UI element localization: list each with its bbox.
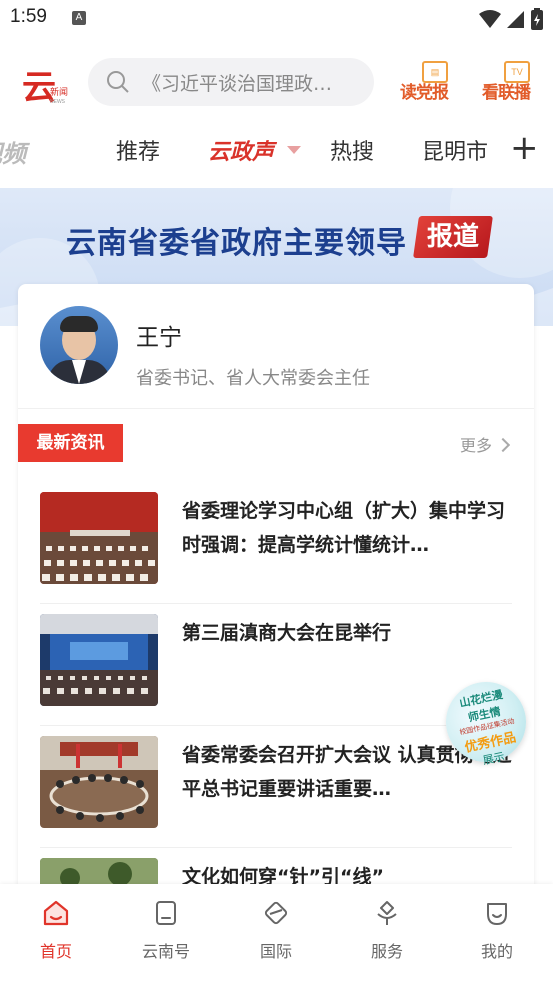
status-icons (479, 8, 543, 30)
search-icon (107, 71, 129, 93)
more-link[interactable]: 更多 (460, 432, 511, 456)
wifi-icon (479, 10, 501, 28)
app-logo[interactable]: 云 新闻 NEWS (20, 61, 70, 108)
news-title: 省委理论学习中心组（扩大）集中学习时强调：提高学统计懂统计… (182, 500, 506, 556)
services-icon (377, 901, 397, 925)
status-time: 1:59 (10, 6, 47, 27)
globe-icon (264, 901, 288, 925)
nav-international[interactable]: 国际 (236, 898, 316, 962)
banner-title: 云南省委省政府主要领导 (66, 226, 407, 261)
news-thumbnail (40, 492, 158, 584)
divider (40, 603, 512, 604)
news-item[interactable]: 省委常委会召开扩大会议 认真贯彻习近平总书记重要讲话重要… (40, 736, 512, 848)
svg-text:NEWS: NEWS (50, 99, 66, 105)
news-title: 第三届滇商大会在昆举行 (182, 622, 392, 644)
tab-hot-search[interactable]: 热搜 (330, 134, 374, 166)
nav-services[interactable]: 服务 (347, 898, 427, 962)
battery-icon (531, 8, 543, 30)
nav-yunnan-hao[interactable]: 云南号 (126, 898, 206, 962)
chevron-right-icon (495, 437, 511, 453)
channel-tabs: 视频 推荐 云政声 热搜 昆明市 + (0, 120, 553, 182)
divider (40, 725, 512, 726)
svg-text:新闻: 新闻 (50, 86, 68, 98)
user-icon (487, 903, 507, 925)
document-icon (156, 901, 176, 925)
leader-profile[interactable]: 王宁 省委书记、省人大常委会主任 (18, 284, 534, 408)
signal-icon (507, 11, 524, 28)
tab-video[interactable]: 视频 (0, 134, 26, 169)
tab-recommend[interactable]: 推荐 (116, 134, 160, 166)
chevron-down-icon[interactable] (287, 146, 301, 154)
top-header: 云 新闻 NEWS 《习近平谈治国理政… ▤ 读党报 TV 看联播 (0, 55, 553, 111)
news-item[interactable]: 省委理论学习中心组（扩大）集中学习时强调：提高学统计懂统计… (40, 492, 512, 604)
read-party-paper-button[interactable]: ▤ 读党报 (396, 59, 452, 105)
divider (40, 847, 512, 848)
banner-tag: 报道 (413, 216, 493, 258)
notification-icon: A (72, 11, 86, 25)
leader-name: 王宁 (136, 325, 182, 351)
news-section-header: 最新资讯 更多 (18, 424, 534, 462)
status-bar: 1:59 A (0, 0, 553, 40)
read-party-paper-label: 读党报 (400, 83, 449, 103)
bottom-nav: 首页 云南号 国际 服务 我的 (0, 884, 553, 984)
search-bar[interactable]: 《习近平谈治国理政… (88, 58, 374, 106)
leader-card: 王宁 省委书记、省人大常委会主任 最新资讯 更多 省委理论学习中心组（扩大）集中… (18, 284, 534, 924)
news-thumbnail (40, 614, 158, 706)
search-placeholder: 《习近平谈治国理政… (142, 72, 333, 95)
news-item[interactable]: 第三届滇商大会在昆举行 (40, 614, 512, 726)
leader-title: 省委书记、省人大常委会主任 (136, 368, 370, 389)
watch-news-button[interactable]: TV 看联播 (478, 59, 534, 105)
tab-yunzhengsheng[interactable]: 云政声 (208, 134, 274, 166)
avatar (40, 306, 118, 384)
add-channel-icon[interactable]: + (510, 128, 539, 168)
home-icon (43, 900, 69, 926)
news-thumbnail (40, 736, 158, 828)
tab-kunming[interactable]: 昆明市 (422, 134, 488, 166)
watch-news-label: 看联播 (482, 83, 531, 103)
divider (18, 408, 534, 409)
latest-news-badge: 最新资讯 (18, 424, 123, 462)
nav-home[interactable]: 首页 (16, 898, 96, 962)
nav-mine[interactable]: 我的 (457, 898, 537, 962)
